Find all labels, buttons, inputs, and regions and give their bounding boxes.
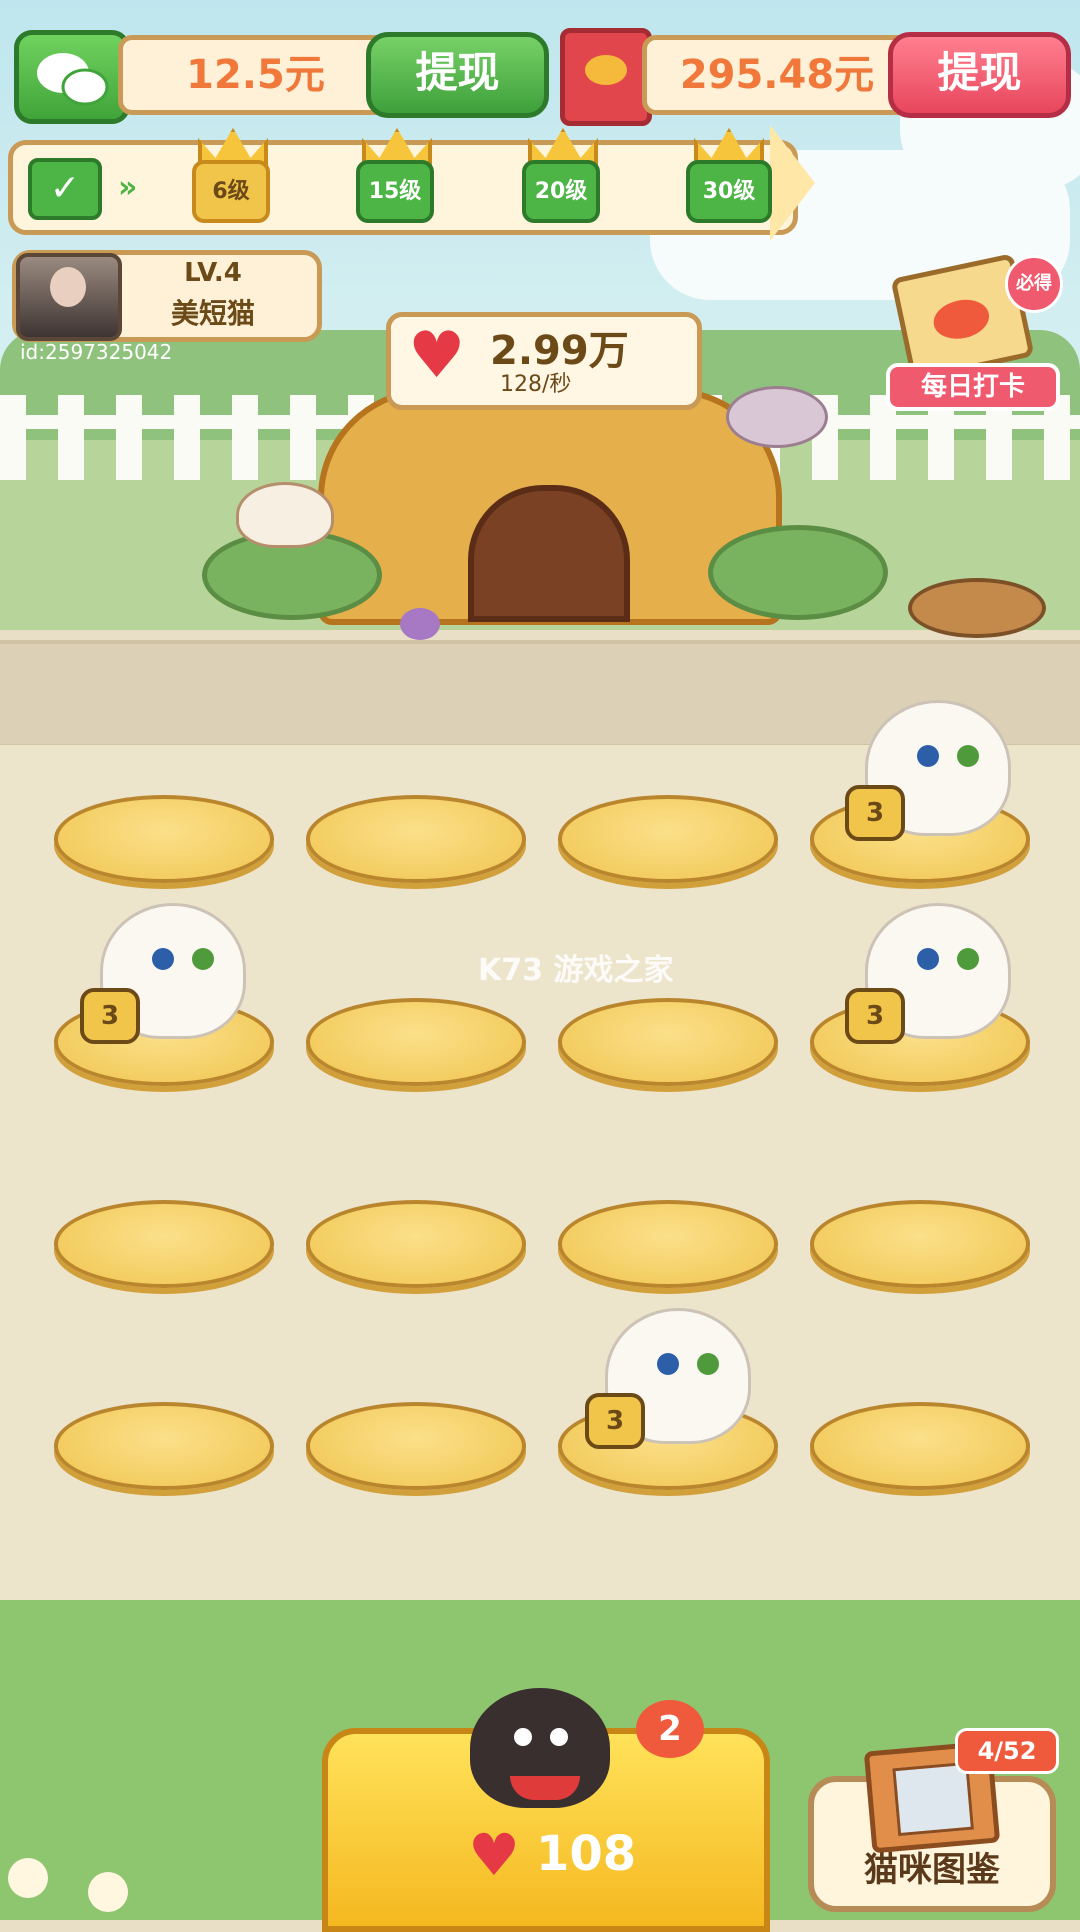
white-cat[interactable]: 3 bbox=[845, 690, 1015, 841]
cat-slot-12[interactable] bbox=[810, 1200, 1030, 1288]
cat-slot-2[interactable] bbox=[306, 795, 526, 883]
flower-decoration bbox=[8, 1858, 48, 1898]
cat-slot-10[interactable] bbox=[306, 1200, 526, 1288]
buy-count-badge: 2 bbox=[636, 1700, 704, 1758]
white-cat[interactable]: 3 bbox=[585, 1298, 755, 1449]
milestone-badge-2[interactable]: 15级 bbox=[356, 160, 434, 223]
cat-slot-3[interactable] bbox=[558, 795, 778, 883]
bush-right bbox=[708, 525, 888, 620]
player-cat-name: 美短猫 bbox=[170, 297, 255, 330]
black-cat-icon bbox=[470, 1688, 610, 1808]
cat-slot-6[interactable] bbox=[306, 998, 526, 1086]
wechat-icon bbox=[14, 30, 130, 124]
user-id: id:2597325042 bbox=[20, 340, 173, 364]
redpacket-withdraw-button[interactable]: 提现 bbox=[888, 32, 1071, 118]
tree-stump bbox=[908, 578, 1046, 638]
heart-icon: ♥ bbox=[408, 319, 466, 393]
wechat-balance-bar: 12.5元 bbox=[118, 35, 393, 115]
daily-checkin-button[interactable]: 每日打卡 bbox=[886, 363, 1060, 411]
cat-slot-7[interactable] bbox=[558, 998, 778, 1086]
checkin-reward-badge: 必得 bbox=[1005, 255, 1063, 313]
avatar[interactable] bbox=[16, 253, 122, 341]
collection-label: 猫咪图鉴 bbox=[864, 1850, 1000, 1890]
cat-slot-13[interactable] bbox=[54, 1402, 274, 1490]
cat-slot-14[interactable] bbox=[306, 1402, 526, 1490]
cat-level-badge: 3 bbox=[585, 1393, 645, 1449]
milestone-badge-4[interactable]: 30级 bbox=[686, 160, 772, 223]
wechat-balance: 12.5元 bbox=[186, 52, 325, 98]
collection-count-badge: 4/52 bbox=[955, 1728, 1059, 1774]
cat-slot-16[interactable] bbox=[810, 1402, 1030, 1490]
tabby-cat-decoration bbox=[726, 386, 828, 448]
milestone-badge-1[interactable]: 6级 bbox=[192, 160, 270, 223]
heart-icon: ♥ bbox=[468, 1821, 520, 1889]
white-cat[interactable]: 3 bbox=[80, 893, 250, 1044]
chevron-right-icon: » bbox=[118, 170, 138, 205]
cat-slot-1[interactable] bbox=[54, 795, 274, 883]
watermark: K73 游戏之家 bbox=[478, 953, 674, 988]
cat-level-badge: 3 bbox=[80, 988, 140, 1044]
player-level: LV.4 bbox=[184, 258, 242, 288]
milestone-badge-3[interactable]: 20级 bbox=[522, 160, 600, 223]
redpacket-balance-bar: 295.48元 bbox=[642, 35, 912, 115]
cat-slot-11[interactable] bbox=[558, 1200, 778, 1288]
heart-rate: 128/秒 bbox=[500, 372, 572, 397]
cat-level-badge: 3 bbox=[845, 988, 905, 1044]
buy-cat-price: 108 bbox=[536, 1826, 637, 1882]
cat-slot-9[interactable] bbox=[54, 1200, 274, 1288]
level-bar-arrow bbox=[770, 125, 815, 241]
check-icon: ✓ bbox=[28, 158, 102, 220]
calico-cat-decoration bbox=[236, 482, 334, 548]
cat-level-badge: 3 bbox=[845, 785, 905, 841]
red-packet-icon bbox=[560, 28, 652, 126]
redpacket-balance: 295.48元 bbox=[679, 52, 875, 98]
white-cat[interactable]: 3 bbox=[845, 893, 1015, 1044]
cat-house-door bbox=[468, 485, 630, 622]
flower-decoration bbox=[88, 1872, 128, 1912]
wechat-withdraw-button[interactable]: 提现 bbox=[366, 32, 549, 118]
yarn-ball bbox=[400, 608, 440, 640]
